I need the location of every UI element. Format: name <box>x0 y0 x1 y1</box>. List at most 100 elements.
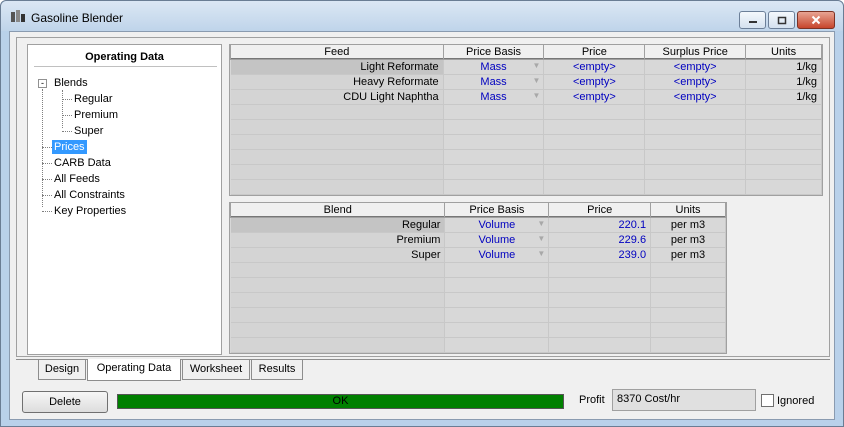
units-cell: 1/kg <box>745 74 822 90</box>
restore-icon <box>777 16 786 24</box>
column-header-units[interactable]: Units <box>745 45 822 60</box>
close-icon <box>811 15 821 25</box>
surplus-price-cell[interactable]: <empty> <box>644 74 747 90</box>
table-row[interactable]: Super Volume ▼ 239.0 per m3 <box>230 247 726 263</box>
profit-field: 8370 Cost/hr <box>612 389 756 411</box>
price-cell[interactable]: <empty> <box>543 89 646 105</box>
units-cell: per m3 <box>650 232 726 248</box>
price-cell[interactable]: <empty> <box>543 74 646 90</box>
tree-node-prices[interactable]: Prices <box>52 140 87 154</box>
blend-name-cell[interactable]: Super <box>230 247 446 263</box>
tab-results[interactable]: Results <box>251 360 303 380</box>
gasoline-blender-window: Gasoline Blender Operating Data - Blends <box>0 0 844 427</box>
price-basis-cell[interactable]: Volume ▼ <box>444 247 550 263</box>
tree-node-key-properties[interactable]: Key Properties <box>52 204 128 218</box>
restore-button[interactable] <box>768 11 795 29</box>
empty-row[interactable] <box>230 292 726 308</box>
empty-row[interactable] <box>230 104 822 120</box>
table-row[interactable]: Heavy Reformate Mass ▼ <empty> <empty> 1/… <box>230 74 822 90</box>
price-basis-cell[interactable]: Volume ▼ <box>444 217 550 233</box>
price-cell[interactable]: 239.0 <box>548 247 652 263</box>
column-header-blend[interactable]: Blend <box>229 203 446 218</box>
column-header-units[interactable]: Units <box>650 203 726 218</box>
operating-data-tree[interactable]: Operating Data - Blends Regular Premium … <box>27 44 222 355</box>
tree-node-regular[interactable]: Regular <box>72 92 115 106</box>
empty-row[interactable] <box>230 307 726 323</box>
column-header-price[interactable]: Price <box>543 45 646 60</box>
units-cell: per m3 <box>650 247 726 263</box>
empty-row[interactable] <box>230 262 726 278</box>
price-basis-cell[interactable]: Mass ▼ <box>443 74 545 90</box>
price-basis-value: Mass <box>480 60 507 73</box>
dropdown-arrow-icon[interactable]: ▼ <box>533 61 541 70</box>
tree-node-blends[interactable]: Blends <box>52 76 90 90</box>
tab-operating-data[interactable]: Operating Data <box>87 359 181 381</box>
tree-connector <box>62 115 72 116</box>
minimize-button[interactable] <box>739 11 766 29</box>
delete-button[interactable]: Delete <box>22 391 108 413</box>
dropdown-arrow-icon[interactable]: ▼ <box>537 234 545 243</box>
price-cell[interactable]: 220.1 <box>548 217 652 233</box>
tab-design[interactable]: Design <box>38 360 86 380</box>
table-row[interactable]: Premium Volume ▼ 229.6 per m3 <box>230 232 726 248</box>
tree-divider <box>34 66 217 67</box>
price-basis-value: Volume <box>478 218 516 231</box>
tree-node-super[interactable]: Super <box>72 124 105 138</box>
table-row[interactable]: CDU Light Naphtha Mass ▼ <empty> <empty> … <box>230 89 822 105</box>
empty-row[interactable] <box>230 277 726 293</box>
units-cell: 1/kg <box>745 59 822 75</box>
tree-node-all-feeds[interactable]: All Feeds <box>52 172 102 186</box>
price-basis-cell[interactable]: Mass ▼ <box>443 89 545 105</box>
blend-prices-grid[interactable]: Blend Price Basis Price Units Regular Vo… <box>229 202 727 354</box>
empty-row[interactable] <box>230 164 822 180</box>
tree-node-carb-data[interactable]: CARB Data <box>52 156 113 170</box>
window-title: Gasoline Blender <box>31 11 124 25</box>
close-button[interactable] <box>797 11 835 29</box>
table-row[interactable]: Regular Volume ▼ 220.1 per m3 <box>230 217 726 233</box>
column-header-price-basis[interactable]: Price Basis <box>444 203 550 218</box>
feed-name-cell[interactable]: Heavy Reformate <box>230 74 444 90</box>
feed-name-cell[interactable]: CDU Light Naphtha <box>230 89 444 105</box>
surplus-price-cell[interactable]: <empty> <box>644 59 747 75</box>
dropdown-arrow-icon[interactable]: ▼ <box>537 249 545 258</box>
feed-prices-grid[interactable]: Feed Price Basis Price Surplus Price Uni… <box>229 44 823 196</box>
tree-connector <box>62 99 72 100</box>
empty-row[interactable] <box>230 179 822 195</box>
price-cell[interactable]: 229.6 <box>548 232 652 248</box>
empty-row[interactable] <box>230 337 726 353</box>
feed-prices-table: Feed Price Basis Price Surplus Price Uni… <box>230 45 822 195</box>
empty-row[interactable] <box>230 322 726 338</box>
tree-connector <box>62 90 63 128</box>
column-header-feed[interactable]: Feed <box>230 45 444 60</box>
blend-name-cell[interactable]: Regular <box>230 217 446 233</box>
tree-connector <box>42 195 52 196</box>
price-cell[interactable]: <empty> <box>543 59 646 75</box>
surplus-price-cell[interactable]: <empty> <box>644 89 747 105</box>
tree-node-premium[interactable]: Premium <box>72 108 120 122</box>
column-header-surplus-price[interactable]: Surplus Price <box>644 45 747 60</box>
collapse-blends-icon[interactable]: - <box>38 79 47 88</box>
dropdown-arrow-icon[interactable]: ▼ <box>533 91 541 100</box>
feed-name-cell[interactable]: Light Reformate <box>230 59 444 75</box>
units-cell: per m3 <box>650 217 726 233</box>
empty-row[interactable] <box>230 134 822 150</box>
column-header-price[interactable]: Price <box>548 203 652 218</box>
price-basis-cell[interactable]: Mass ▼ <box>443 59 545 75</box>
empty-row[interactable] <box>230 119 822 135</box>
tree-connector <box>42 211 52 212</box>
operating-data-page: Operating Data - Blends Regular Premium … <box>16 37 830 357</box>
status-bar: OK <box>117 394 564 409</box>
tree-node-all-constraints[interactable]: All Constraints <box>52 188 127 202</box>
dropdown-arrow-icon[interactable]: ▼ <box>537 219 545 228</box>
empty-row[interactable] <box>230 149 822 165</box>
tab-worksheet[interactable]: Worksheet <box>182 360 250 380</box>
title-bar[interactable]: Gasoline Blender <box>1 1 843 31</box>
ignored-checkbox[interactable] <box>761 394 774 407</box>
price-basis-cell[interactable]: Volume ▼ <box>444 232 550 248</box>
column-header-price-basis[interactable]: Price Basis <box>442 45 545 60</box>
dropdown-arrow-icon[interactable]: ▼ <box>533 76 541 85</box>
blend-name-cell[interactable]: Premium <box>230 232 446 248</box>
table-row[interactable]: Light Reformate Mass ▼ <empty> <empty> 1/… <box>230 59 822 75</box>
price-basis-value: Mass <box>480 75 507 88</box>
ignored-label[interactable]: Ignored <box>777 395 814 407</box>
